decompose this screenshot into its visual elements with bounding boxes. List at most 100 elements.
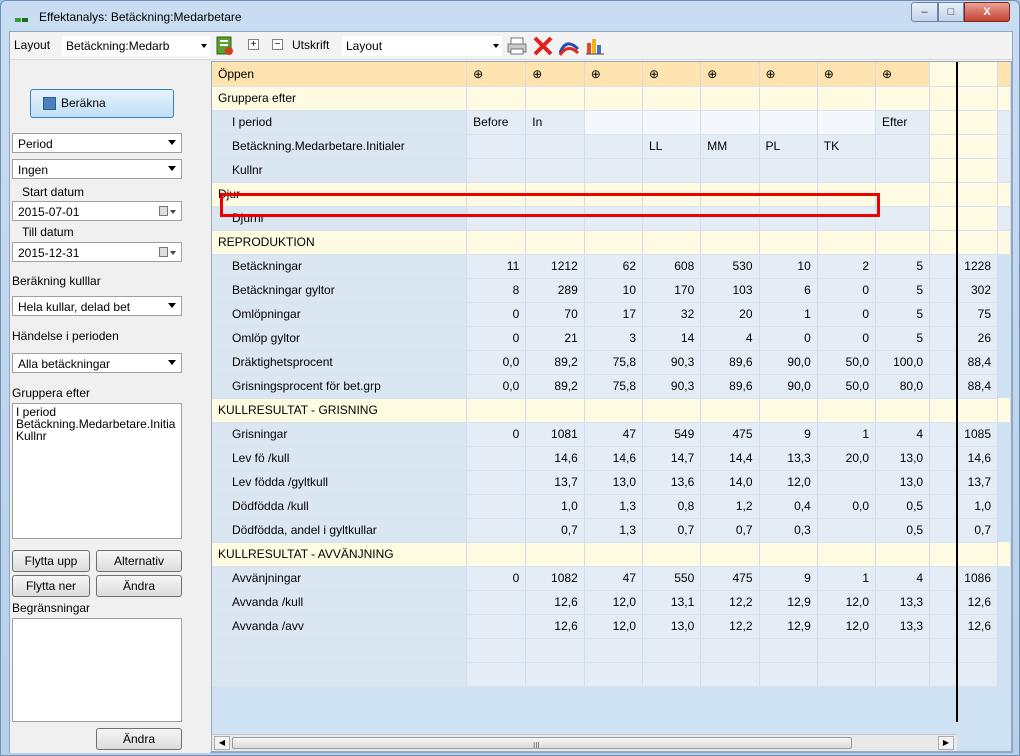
empty-cell [875, 206, 931, 231]
empty-cell [642, 638, 702, 663]
move-down-button[interactable]: Flytta ner [12, 575, 90, 597]
calculate-button[interactable]: Beräkna [30, 89, 174, 118]
data-cell [817, 518, 877, 543]
data-cell: 13,0 [642, 614, 702, 639]
group-expand-icon[interactable]: ⊕ [525, 62, 585, 87]
data-cell [466, 470, 527, 495]
data-cell [466, 518, 527, 543]
left-panel: Beräkna Period Ingen Start datum 2015-07… [10, 61, 210, 753]
move-up-button[interactable]: Flytta upp [12, 550, 90, 572]
list-item[interactable]: Kullnr [16, 430, 178, 442]
gruppera-list[interactable]: I period Betäckning.Medarbetare.Initia K… [12, 403, 182, 539]
end-date-field[interactable]: 2015-12-31 [12, 242, 182, 262]
data-cell: 12,6 [525, 590, 585, 615]
close-button[interactable]: X [964, 2, 1010, 22]
row-label: Avvanda /kull [212, 590, 468, 615]
table-row[interactable]: I period Before In Efter [212, 110, 1011, 135]
group-expand-icon[interactable]: ⊕ [759, 62, 818, 87]
horizontal-scrollbar[interactable]: ◀ III ▶ [212, 734, 957, 751]
calendar-icon[interactable] [159, 206, 176, 217]
empty-cell [212, 638, 468, 663]
begransningar-list[interactable] [12, 618, 182, 722]
start-date-field[interactable]: 2015-07-01 [12, 201, 182, 221]
empty-cell [525, 542, 585, 567]
scroll-thumb[interactable]: III [232, 737, 852, 750]
data-cell: 89,6 [700, 374, 760, 399]
data-cell: 0 [466, 302, 527, 327]
maximize-button[interactable]: □ [938, 2, 964, 22]
table-row[interactable]: Lev födda /gyltkull 13,7 13,0 13,6 14,0 12,0 1… [212, 470, 1011, 495]
calendar-icon[interactable] [159, 247, 176, 258]
group-expand-icon[interactable]: ⊕ [466, 62, 527, 87]
data-cell: 12,0 [817, 614, 877, 639]
data-cell: 12,0 [584, 614, 644, 639]
table-row[interactable]: KULLRESULTAT - GRISNING [212, 398, 1011, 423]
empty-cell [997, 62, 1011, 87]
empty-cell [525, 158, 585, 183]
data-cell: 1085 [929, 422, 998, 447]
empty-cell [525, 662, 585, 687]
table-row[interactable]: Betäckningar 11 1212 62 608 530 10 2 5 1228 [212, 254, 1011, 279]
row-label: Dräktighetsprocent [212, 350, 468, 375]
table-row[interactable]: Kullnr [212, 158, 1011, 183]
collapse-icon[interactable]: − [272, 39, 283, 50]
group-expand-icon[interactable]: ⊕ [875, 62, 931, 87]
data-grid[interactable]: Öppen ⊕ ⊕ ⊕ ⊕ ⊕ ⊕ ⊕ ⊕ Gruppera efter I period Befor… [211, 61, 1012, 752]
empty-cell [997, 206, 1011, 231]
andra-button[interactable]: Ändra [96, 575, 182, 597]
table-row[interactable]: Avvanda /kull 12,6 12,0 13,1 12,2 12,9 12,0 13,… [212, 590, 1011, 615]
table-row[interactable]: Grisningar 0 1081 47 549 475 9 1 4 1085 [212, 422, 1011, 447]
chart-line-icon[interactable] [558, 35, 580, 57]
group-expand-icon[interactable]: ⊕ [584, 62, 644, 87]
table-row[interactable]: Dödfödda, andel i gyltkullar 0,7 1,3 0,7 0,7… [212, 518, 1011, 543]
data-cell: 90,0 [759, 350, 818, 375]
filter-icon[interactable] [214, 35, 236, 57]
table-row[interactable]: Omlöpningar 0 70 17 32 20 1 0 5 75 [212, 302, 1011, 327]
table-row[interactable]: Avvanda /avv 12,6 12,0 13,0 12,2 12,9 12,0 13,3… [212, 614, 1011, 639]
empty-cell [700, 86, 760, 111]
andra-restrictions-button[interactable]: Ändra [96, 728, 182, 750]
layout-select[interactable]: Betäckning:Medarb [62, 36, 210, 56]
table-row[interactable]: Grisningsprocent för bet.grp 0,0 89,2 75,8 9… [212, 374, 1011, 399]
scroll-left-icon[interactable]: ◀ [214, 736, 230, 750]
table-row[interactable]: Omlöp gyltor 0 21 3 14 4 0 0 5 26 [212, 326, 1011, 351]
data-cell: 0 [466, 566, 527, 591]
data-cell: 47 [584, 422, 644, 447]
utskrift-select[interactable]: Layout [342, 36, 502, 56]
alternativ-button[interactable]: Alternativ [96, 550, 182, 572]
table-row[interactable]: REPRODUKTION [212, 230, 1011, 255]
delete-icon[interactable] [532, 35, 554, 57]
table-row[interactable]: Betäckningar gyltor 8 289 10 170 103 6 0 5 302 [212, 278, 1011, 303]
grouping-select[interactable]: Ingen [12, 159, 182, 179]
table-row[interactable] [212, 638, 1011, 663]
client-area: Layout Betäckning:Medarb + − Utskrift La… [9, 31, 1013, 753]
minimize-button[interactable]: – [911, 2, 938, 22]
group-expand-icon[interactable]: ⊕ [700, 62, 760, 87]
table-row[interactable]: Betäckning.Medarbetare.Initialer LL MM PL TK [212, 134, 1011, 159]
table-row[interactable]: Lev fö /kull 14,6 14,6 14,7 14,4 13,3 20,0 13,0… [212, 446, 1011, 471]
table-row[interactable]: Gruppera efter [212, 86, 1011, 111]
table-row[interactable]: Avvänjningar 0 1082 47 550 475 9 1 4 1086 [212, 566, 1011, 591]
empty-cell [642, 230, 702, 255]
chart-bar-icon[interactable] [584, 35, 606, 57]
table-row[interactable]: Öppen ⊕ ⊕ ⊕ ⊕ ⊕ ⊕ ⊕ ⊕ [212, 62, 1011, 87]
title-bar: Effektanalys: Betäckning:Medarbetare – □… [1, 1, 1019, 31]
expand-icon[interactable]: + [248, 39, 259, 50]
handelse-select[interactable]: Alla betäckningar [12, 353, 182, 373]
table-row[interactable]: Dödfödda /kull 1,0 1,3 0,8 1,2 0,4 0,0 0,5 1,0 [212, 494, 1011, 519]
period-select[interactable]: Period [12, 133, 182, 153]
print-icon[interactable] [506, 35, 528, 57]
group-expand-icon[interactable]: ⊕ [817, 62, 877, 87]
scroll-grip: III [533, 741, 540, 750]
data-cell: 89,2 [525, 350, 585, 375]
data-cell: 0,0 [466, 374, 527, 399]
table-row[interactable]: Dräktighetsprocent 0,0 89,2 75,8 90,3 89,6 90,… [212, 350, 1011, 375]
kullar-select[interactable]: Hela kullar, delad bet [12, 296, 182, 316]
table-row[interactable] [212, 662, 1011, 687]
scroll-right-icon[interactable]: ▶ [938, 736, 954, 750]
gruppera-label: Gruppera efter [12, 386, 91, 400]
group-expand-icon[interactable]: ⊕ [642, 62, 702, 87]
table-row[interactable]: KULLRESULTAT - AVVÄNJNING [212, 542, 1011, 567]
data-cell: 47 [584, 566, 644, 591]
empty-cell [525, 86, 585, 111]
